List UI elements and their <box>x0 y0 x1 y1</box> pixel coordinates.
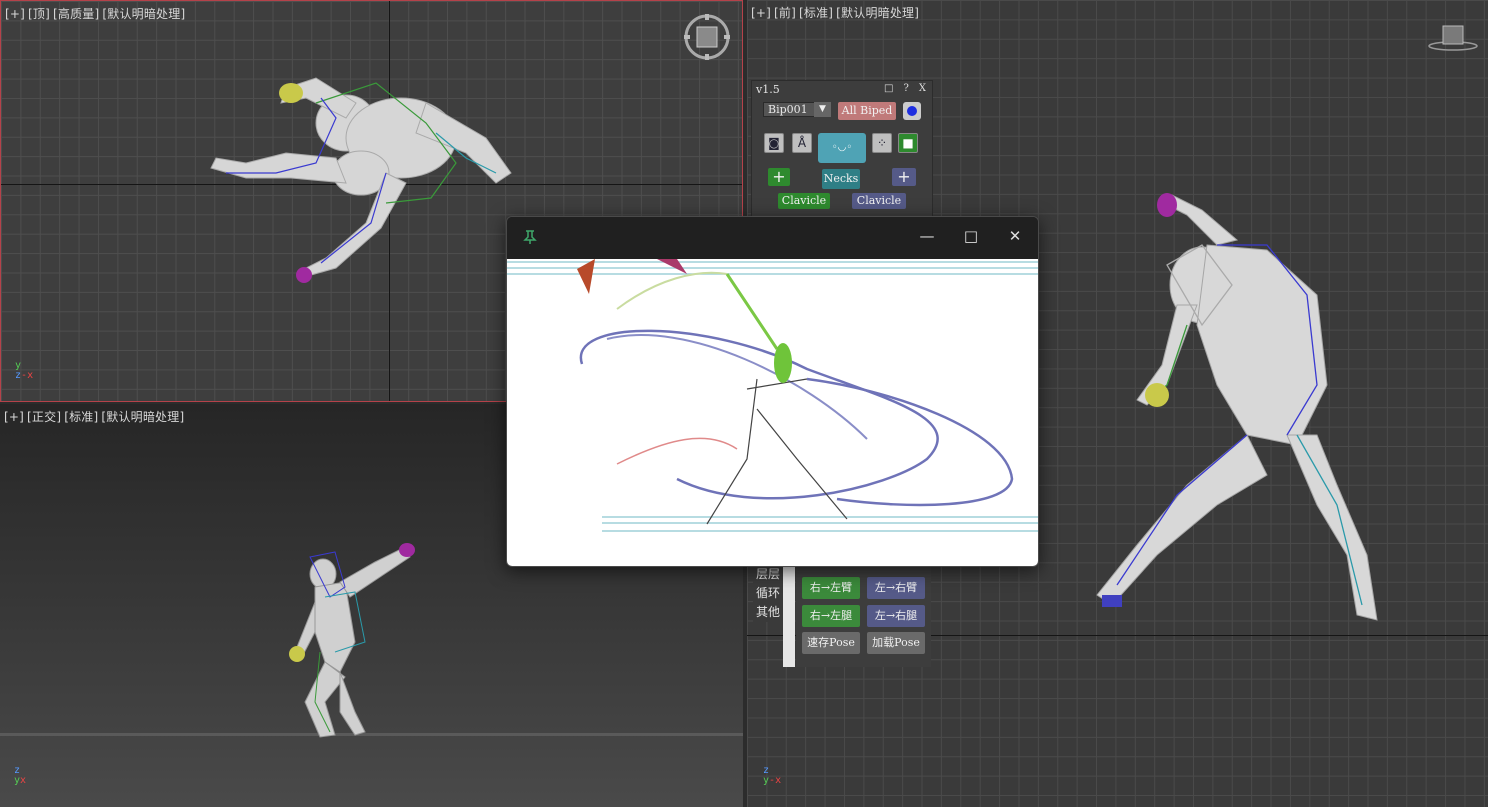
biped-character-front[interactable] <box>1017 185 1437 645</box>
pin-icon[interactable] <box>522 229 538 245</box>
viewport-quality[interactable]: [高质量] <box>53 7 99 21</box>
viewport-menu-plus[interactable]: [+] <box>751 6 771 20</box>
tab-loop[interactable]: 循环 <box>753 584 783 603</box>
axis-x-label: x <box>27 370 34 381</box>
close-button[interactable]: ✕ <box>1004 227 1026 245</box>
select-all-icon[interactable]: ◙ <box>764 133 784 153</box>
viewport-view-name[interactable]: [顶] <box>28 7 50 21</box>
viewport-label[interactable]: [+] [顶] [高质量] [默认明暗处理] <box>5 5 188 22</box>
panel-side-tabs[interactable]: 层层 循环 其他 <box>753 565 783 622</box>
panel-scrollbar[interactable] <box>783 565 795 667</box>
axis-gizmo: y z-x <box>15 360 34 381</box>
dot-icon <box>907 106 917 116</box>
record-dot-button[interactable] <box>903 102 921 120</box>
viewport-label[interactable]: [+] [正交] [标准] [默认明暗处理] <box>4 408 187 425</box>
window-titlebar[interactable]: — □ ✕ <box>507 217 1038 259</box>
add-left-button[interactable]: + <box>768 168 790 186</box>
tab-other[interactable]: 其他 <box>753 603 783 622</box>
panel-title-buttons: □? X <box>874 83 926 94</box>
load-pose-button[interactable]: 加载Pose <box>867 632 925 654</box>
mirror-right-to-left-arm-button[interactable]: 右→左臂 <box>802 577 860 599</box>
reference-image-window[interactable]: — □ ✕ <box>506 216 1039 567</box>
viewcube-icon[interactable] <box>683 13 731 61</box>
maximize-button[interactable]: □ <box>960 227 982 245</box>
biped-character-persp[interactable] <box>285 522 430 742</box>
axis-x-label: x <box>775 775 782 786</box>
viewport-shading[interactable]: [默认明暗处理] <box>101 410 184 424</box>
viewport-shading[interactable]: [默认明暗处理] <box>836 6 919 20</box>
scatter-icon[interactable]: ⁘ <box>872 133 892 153</box>
tab-layers[interactable]: 层层 <box>753 565 783 584</box>
viewport-quality[interactable]: [标准] <box>64 410 98 424</box>
clavicle-left-button[interactable]: Clavicle <box>778 193 830 209</box>
cube-icon[interactable]: ■ <box>898 133 918 153</box>
maximize-button[interactable]: □ <box>884 83 893 94</box>
axis-gizmo: z yx <box>14 766 26 786</box>
mirror-right-to-left-leg-button[interactable]: 右→左腿 <box>802 605 860 627</box>
necks-button[interactable]: Necks <box>822 169 860 189</box>
viewport-view-name[interactable]: [正交] <box>27 410 61 424</box>
axis-gizmo: z y-x <box>763 765 782 786</box>
mirror-left-to-right-arm-button[interactable]: 左→右臂 <box>867 577 925 599</box>
minimize-button[interactable]: — <box>916 227 938 245</box>
quick-save-pose-button[interactable]: 速存Pose <box>802 632 860 654</box>
viewport-label[interactable]: [+] [前] [标准] [默认明暗处理] <box>751 4 922 21</box>
chevron-down-icon[interactable]: ▼ <box>814 102 831 117</box>
biped-character-top[interactable] <box>196 63 516 298</box>
biped-tool-panel[interactable]: v1.5 □? X Bip001 ▼ All Biped ◙ Å ◦◡◦ ⁘ ■ … <box>751 80 933 222</box>
panel-button-grid: 右→左臂 左→右臂 右→左腿 左→右腿 速存Pose 加载Pose <box>796 565 931 667</box>
all-biped-button[interactable]: All Biped <box>838 102 896 120</box>
viewport-menu-plus[interactable]: [+] <box>4 410 24 424</box>
biped-head-button[interactable]: ◦◡◦ <box>818 133 866 163</box>
clavicle-right-button[interactable]: Clavicle <box>852 193 906 209</box>
viewport-quality[interactable]: [标准] <box>799 6 833 20</box>
add-right-button[interactable]: + <box>892 168 916 186</box>
reference-sketch-image <box>507 259 1038 566</box>
close-button[interactable]: X <box>919 83 926 94</box>
mirror-left-to-right-leg-button[interactable]: 左→右腿 <box>867 605 925 627</box>
viewport-view-name[interactable]: [前] <box>774 6 796 20</box>
help-button[interactable]: ? <box>904 83 909 94</box>
figure-icon[interactable]: Å <box>792 133 812 153</box>
viewport-menu-plus[interactable]: [+] <box>5 7 25 21</box>
sketch-drawing <box>507 259 1038 532</box>
axis-x-label: x <box>20 775 27 786</box>
panel-version: v1.5 <box>756 83 780 96</box>
viewport-shading[interactable]: [默认明暗处理] <box>102 7 185 21</box>
viewcube-icon[interactable] <box>1427 24 1479 52</box>
